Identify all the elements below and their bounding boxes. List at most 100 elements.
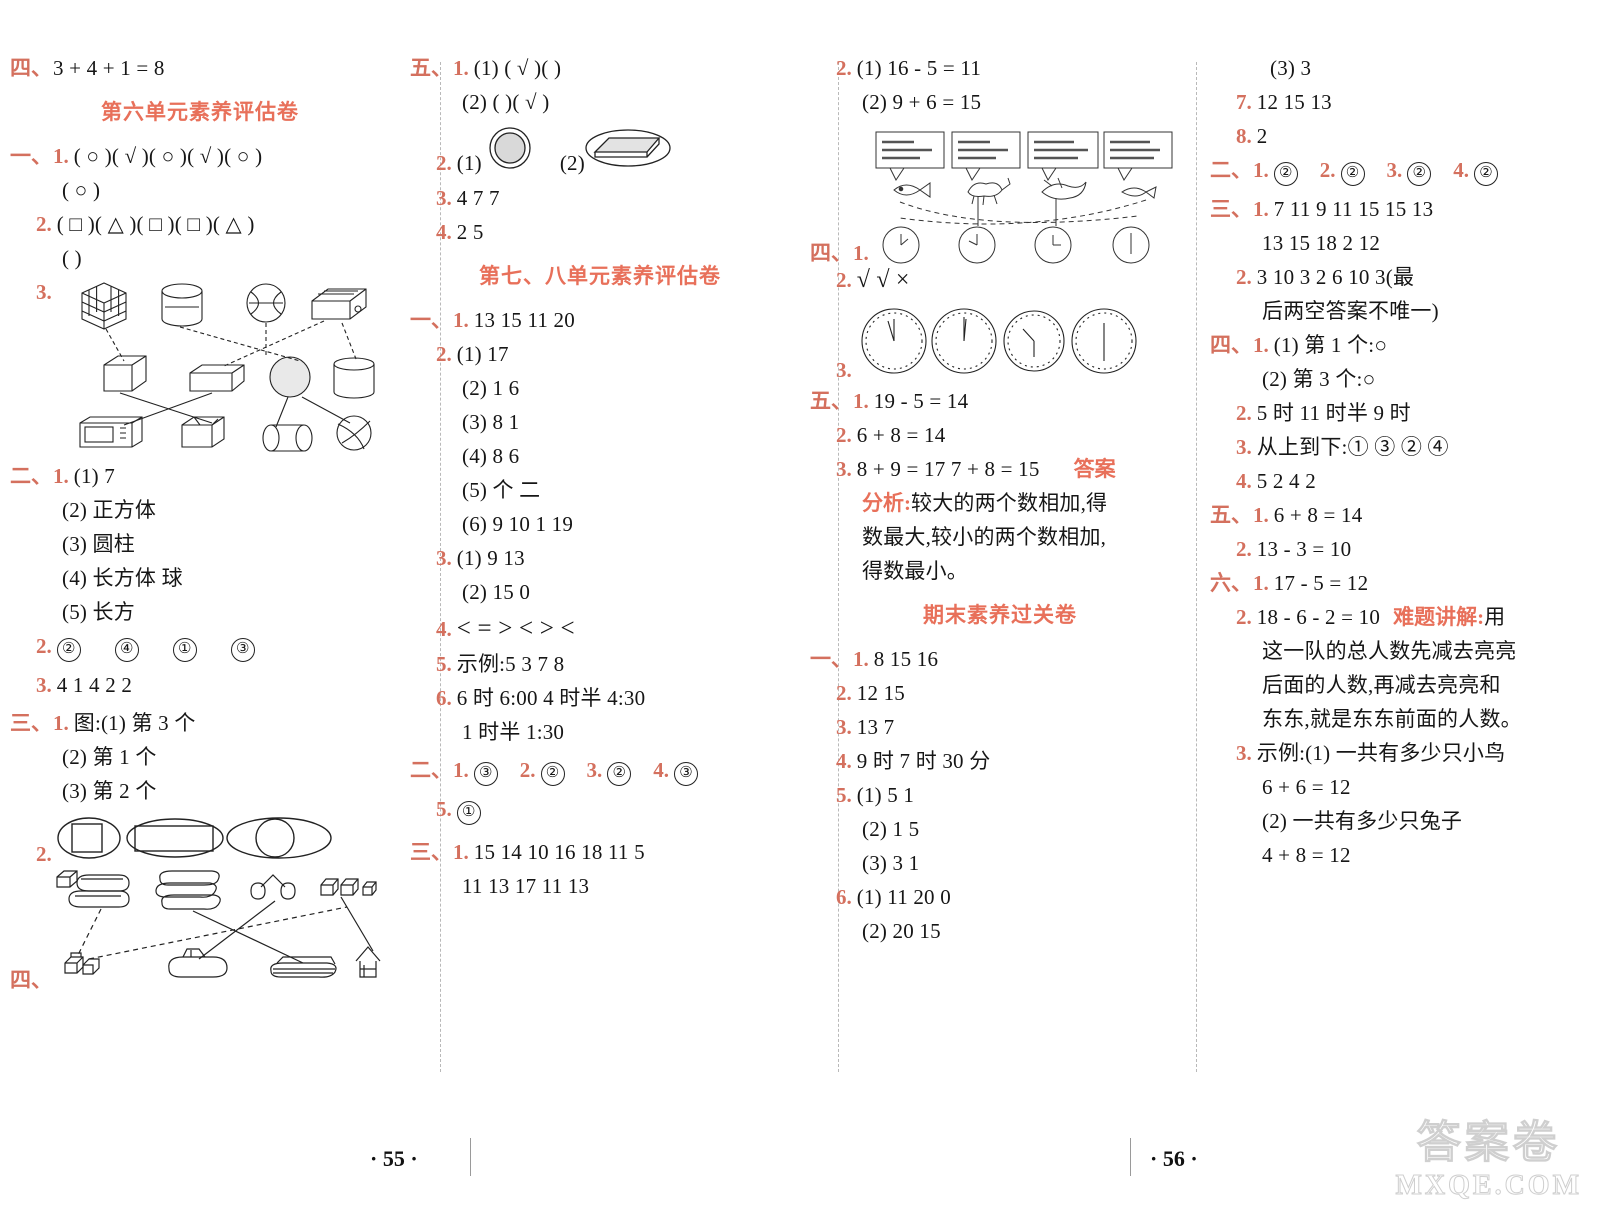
answer-row: 4. < = > < > < (410, 616, 790, 641)
answer-row: 五、 1. (1) ( √ )( ) (410, 58, 790, 79)
item-number: 2. (836, 56, 852, 80)
answer-row: (3) 第 2 个 (62, 781, 390, 802)
option-answer: ③ (230, 638, 255, 662)
section-label: 四、 (810, 241, 852, 265)
shape-build-matching-figure (53, 867, 383, 987)
answer-text: 15 14 10 16 18 11 5 (473, 840, 645, 864)
item-number: 1. (1253, 158, 1269, 182)
answer-text: 6 + 8 = 14 (856, 423, 946, 447)
answer-row: 三、 1. 7 11 9 11 15 15 13 (1210, 199, 1590, 220)
paper-title-unit78: 第七、八单元素养评估卷 (479, 264, 721, 288)
answer-row: 2. ( □ )( △ )( □ )( □ )( △ ) (10, 214, 390, 235)
answer-text: (2) 正方体 (62, 498, 157, 522)
option-answer: ① (172, 638, 197, 662)
answer-row: (2) 第 1 个 (62, 747, 390, 768)
answer-text: 5 时 11 时半 9 时 (1256, 401, 1411, 425)
item-number: 2. (519, 758, 536, 782)
item-number: 2. (36, 212, 52, 236)
analysis-text: 较大的两个数相加,得 (911, 491, 1108, 515)
answer-text: 3 10 3 2 6 10 3(最 (1256, 265, 1415, 289)
answer-row: 三、 1. 图:(1) 第 3 个 (10, 713, 390, 734)
option-answer: ① (456, 801, 481, 825)
item-number: 1. (1253, 333, 1269, 357)
answer-row: 东东,就是东东前面的人数。 (1262, 709, 1590, 730)
item-number: 1. (453, 840, 469, 864)
answer-text: 图:(1) 第 3 个 (73, 711, 196, 735)
answer-row: 数最大,较小的两个数相加, (862, 527, 1190, 548)
hard-problem-text: 用 (1484, 605, 1506, 629)
item-number: 1. (53, 144, 69, 168)
answer-text: 13 7 (856, 715, 895, 739)
item-number: 2. (1319, 158, 1336, 182)
answer-row: 2. (1) (2) (410, 126, 790, 174)
answer-row: 2. √ √ × (810, 268, 1190, 292)
answer-text: 2 (1256, 124, 1268, 148)
answer-text: (1) 17 (456, 342, 509, 366)
answer-text: 11 13 17 11 13 (462, 874, 590, 898)
answer-row: 四、 1. (810, 130, 1190, 264)
item-number: 1. (53, 711, 69, 735)
answer-text: (2) 第 1 个 (62, 745, 157, 769)
option-answer: ② (56, 638, 81, 662)
hard-problem-text: 后面的人数,再减去亮亮和 (1262, 673, 1501, 697)
answer-text: (4) 8 6 (462, 444, 520, 468)
answer-row: (3) 3 1 (862, 853, 1190, 874)
item-number: 5. (836, 783, 852, 807)
item-number: 3. (1386, 158, 1403, 182)
answer-row: 2. 12 15 (810, 683, 1190, 704)
section-label: 二、 (1210, 158, 1252, 182)
item-number: 1. (453, 758, 469, 782)
section-label: 四、 (10, 56, 52, 80)
answer-text: ( ○ ) (62, 178, 101, 202)
analysis-text: 数最大,较小的两个数相加, (862, 525, 1107, 549)
item-number: 3. (436, 546, 452, 570)
answer-row: (2) 正方体 (62, 500, 390, 521)
answer-text: (1) ( √ )( ) (473, 56, 562, 80)
answer-text: (1) 9 13 (456, 546, 525, 570)
answer-row: (3) 圆柱 (62, 534, 390, 555)
answer-text: (1) 7 (73, 464, 115, 488)
answer-text: (2) 20 15 (862, 919, 941, 943)
item-number: 2. (1236, 401, 1252, 425)
answer-row: 一、 1. ( ○ )( √ )( ○ )( √ )( ○ ) (10, 146, 390, 167)
answer-text: 2 5 (456, 220, 484, 244)
item-number: 3. (836, 715, 852, 739)
answer-row: 3. 4 7 7 (410, 188, 790, 209)
paper-title-unit6: 第六单元素养评估卷 (101, 100, 299, 124)
answer-text: 5 2 4 2 (1256, 469, 1316, 493)
answer-text: 13 15 11 20 (473, 308, 575, 332)
item-number: 7. (1236, 90, 1252, 114)
answer-row: 五、 1. 19 - 5 = 14 (810, 391, 1190, 412)
section-label: 一、 (410, 308, 452, 332)
answer-row: (2) ( )( √ ) (462, 92, 790, 113)
item-number: 3. (836, 457, 852, 481)
section-label: 三、 (10, 711, 52, 735)
answer-row: 3. 13 7 (810, 717, 1190, 738)
answer-text: (2) 9 + 6 = 15 (862, 90, 982, 114)
answer-text: (1) (456, 151, 482, 175)
answer-text: (2) ( )( √ ) (462, 90, 550, 114)
answer-text: (3) 第 2 个 (62, 779, 157, 803)
answer-row: 一、 1. 8 15 16 (810, 649, 1190, 670)
answer-row: 四、 3 + 4 + 1 = 8 (10, 58, 390, 79)
answer-row: (5) 个 二 (462, 480, 790, 501)
section-label: 五、 (1210, 503, 1252, 527)
answer-row: 二、 1. ③ 2. ② 3. ② 4. ③ (410, 760, 790, 786)
item-number: 2. (436, 151, 452, 175)
item-number: 3. (836, 358, 852, 382)
option-answer: ② (607, 762, 632, 786)
answer-text: (2) 15 0 (462, 580, 531, 604)
answer-text: (3) 8 1 (462, 410, 520, 434)
item-number: 8. (1236, 124, 1252, 148)
watermark-domain-text: MXQE.COM (1395, 1170, 1582, 1202)
answer-text: 6 + 6 = 12 (1262, 775, 1351, 799)
answer-text: 1 时半 1:30 (462, 720, 565, 744)
answer-row: (4) 长方体 球 (62, 568, 390, 589)
answer-text: (2) 1 5 (862, 817, 920, 841)
answer-text: (1) 11 20 0 (856, 885, 951, 909)
item-number: 4. (1236, 469, 1252, 493)
column-2: 五、 1. (1) ( √ )( ) (2) ( )( √ ) 2. (1) (… (400, 0, 800, 1110)
answer-row: 2. ② ④ ① ③ (10, 636, 390, 662)
answer-row: ( ○ ) (62, 180, 390, 201)
option-answer: ② (1474, 162, 1498, 186)
